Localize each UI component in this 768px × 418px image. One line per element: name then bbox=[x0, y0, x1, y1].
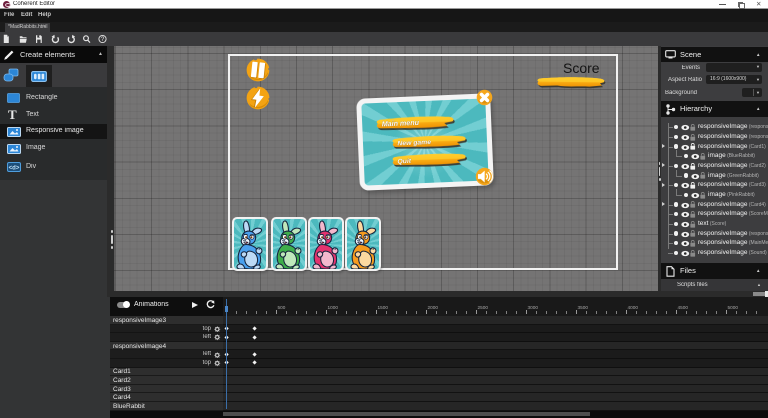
svg-text:New game: New game bbox=[397, 139, 431, 147]
svg-text:Main menu: Main menu bbox=[382, 118, 420, 128]
svg-text:Quit: Quit bbox=[397, 158, 412, 166]
svg-text:<d>: <d> bbox=[9, 165, 20, 171]
